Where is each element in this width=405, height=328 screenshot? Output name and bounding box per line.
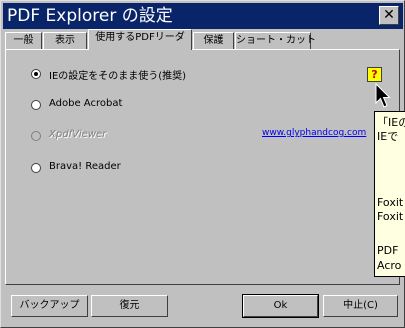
title-bar[interactable]: PDF Explorer の設定 ✕ xyxy=(3,3,403,29)
option-ie-default-label[interactable]: IEの設定をそのまま使う(推奨) xyxy=(49,67,186,82)
tab-protection[interactable]: 保護 xyxy=(193,32,234,49)
window-title: PDF Explorer の設定 xyxy=(7,6,173,26)
option-brava-reader-label[interactable]: Brava! Reader xyxy=(49,161,121,172)
tooltip-line: Foxit xyxy=(377,210,404,223)
tooltip-line: Acro xyxy=(377,259,402,272)
backup-button[interactable]: バックアップ xyxy=(11,295,88,317)
tooltip-line: Foxit xyxy=(377,196,404,209)
tooltip-line: PDF xyxy=(377,244,399,257)
settings-dialog: PDF Explorer の設定 ✕ 一般 表示 使用するPDFリーダ 保護 シ… xyxy=(0,0,405,328)
tab-general[interactable]: 一般 xyxy=(5,32,42,49)
ok-button[interactable]: Ok xyxy=(242,294,319,318)
glyphandcog-link[interactable]: www.glyphandcog.com xyxy=(262,128,366,138)
option-xpdfviewer-label: XpdfViewer xyxy=(49,129,107,140)
radio-brava-reader[interactable] xyxy=(31,163,41,173)
mouse-pointer-icon xyxy=(375,83,391,108)
tab-shortcut[interactable]: ショート・カット xyxy=(235,32,316,49)
help-icon[interactable]: ? xyxy=(367,67,382,82)
tooltip: 「IEの IEで Foxit Foxit PDF Acro xyxy=(374,111,405,277)
restore-button[interactable]: 復元 xyxy=(91,295,168,317)
radio-adobe-acrobat[interactable] xyxy=(31,100,41,110)
radio-ie-default[interactable] xyxy=(31,69,41,79)
close-button[interactable]: ✕ xyxy=(379,6,399,25)
option-adobe-acrobat-label[interactable]: Adobe Acrobat xyxy=(49,98,122,109)
cancel-button[interactable]: 中止(C) xyxy=(323,295,398,317)
radio-xpdfviewer xyxy=(31,131,41,141)
tooltip-line: IEで xyxy=(377,130,399,143)
tab-display[interactable]: 表示 xyxy=(43,32,87,49)
tab-pdf-reader[interactable]: 使用するPDFリーダ xyxy=(88,29,192,50)
radio-selected-dot xyxy=(34,72,38,76)
